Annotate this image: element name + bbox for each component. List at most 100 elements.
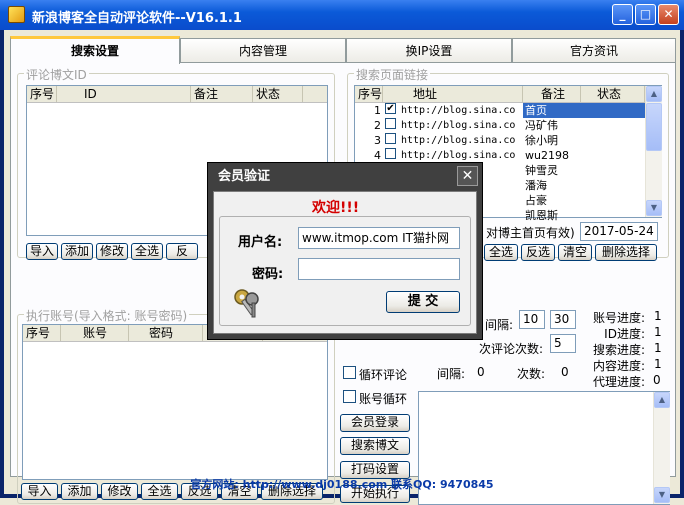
col-note[interactable]: 备注 [523, 86, 581, 102]
row-address: http://blog.sina.co [401, 105, 516, 116]
delete-selected-button[interactable]: 删除选择 [595, 244, 657, 261]
row-status [581, 103, 645, 118]
username-field[interactable]: www.itmop.com IT猫扑网 [298, 227, 460, 249]
list-header: 序号 地址 备注 状态 [355, 86, 661, 103]
add-button[interactable]: 添加 [61, 243, 93, 260]
keys-icon [234, 289, 259, 318]
per-comment-label: 次评论次数: [479, 342, 544, 356]
row-checkbox[interactable]: ✔ [385, 103, 396, 114]
clear-button[interactable]: 清空 [558, 244, 592, 261]
account-group: 执行账号(导入格式: 账号密码) 序号 账号 密码 备 [17, 307, 335, 504]
search-posts-button[interactable]: 搜索博文 [340, 437, 410, 455]
account-loop-checkbox[interactable] [343, 390, 356, 403]
row-index: 3 [374, 134, 381, 147]
login-group: 用户名: www.itmop.com IT猫扑网 密码: 提 交 [219, 216, 471, 326]
col-index[interactable]: 序号 [27, 86, 57, 102]
dialog-body: 欢迎!!! 用户名: www.itmop.com IT猫扑网 密码: 提 交 [213, 191, 477, 334]
row-note: 徐小明 [525, 134, 558, 147]
scroll-up-arrow-icon[interactable]: ▲ [646, 86, 662, 102]
progress-value: 1 [654, 309, 662, 323]
member-verify-dialog: 会员验证 ✕ 欢迎!!! 用户名: www.itmop.com IT猫扑网 密码… [207, 162, 483, 340]
col-account[interactable]: 账号 [61, 325, 129, 341]
account-loop-label: 账号循环 [359, 392, 408, 406]
edit-button[interactable]: 修改 [96, 243, 128, 260]
tab-strip: 搜索设置 内容管理 换IP设置 官方资讯 [10, 36, 676, 64]
group-label: 搜索页面链接 [354, 66, 431, 83]
password-label: 密码: [252, 267, 284, 282]
col-note[interactable]: 备注 [191, 86, 253, 102]
row-address: http://blog.sina.co [401, 135, 516, 146]
progress-label: 代理进度: [592, 375, 645, 389]
progress-label: 搜索进度: [592, 343, 645, 357]
row-index: 2 [374, 119, 381, 132]
count-label: 次数: [517, 367, 546, 381]
loop-comment-label: 循环评论 [359, 368, 408, 382]
progress-label: ID进度: [604, 327, 645, 341]
tab-content-management[interactable]: 内容管理 [180, 38, 346, 63]
vertical-scrollbar[interactable]: ▲ ▼ [645, 86, 662, 217]
row-address: http://blog.sina.co [401, 120, 516, 131]
table-row[interactable]: 4 http://blog.sina.co wu2198 [355, 148, 645, 163]
minimize-button[interactable]: _ [612, 4, 633, 25]
row-note: 首页 [523, 103, 581, 118]
col-password[interactable]: 密码 [129, 325, 203, 341]
import-button[interactable]: 导入 [26, 243, 58, 260]
tab-official-news[interactable]: 官方资讯 [512, 38, 676, 63]
list-header: 序号 ID 备注 状态 [27, 86, 327, 103]
homepage-hint: 对博主首页有效) [486, 226, 575, 240]
maximize-button[interactable]: □ [635, 4, 656, 25]
col-status[interactable]: 状态 [253, 86, 303, 102]
account-list[interactable]: 序号 账号 密码 备 [22, 324, 328, 480]
row-address: http://blog.sina.co [401, 150, 516, 161]
table-row[interactable]: 1 ✔ http://blog.sina.co 首页 [355, 103, 645, 118]
row-note: 占豪 [525, 194, 547, 207]
scroll-up-arrow-icon[interactable]: ▲ [654, 392, 670, 408]
select-all-button[interactable]: 全选 [484, 244, 518, 261]
row-index: 1 [374, 104, 381, 117]
date-field[interactable]: 2017-05-24 [580, 222, 658, 241]
row-checkbox[interactable] [385, 118, 396, 129]
progress-value: 0 [653, 373, 661, 387]
col-id[interactable]: ID [57, 86, 191, 102]
progress-value: 1 [654, 325, 662, 339]
select-all-button[interactable]: 全选 [131, 243, 163, 260]
col-index[interactable]: 序号 [355, 86, 383, 102]
tab-search-settings[interactable]: 搜索设置 [10, 36, 180, 64]
progress-label: 内容进度: [592, 359, 645, 373]
col-status[interactable]: 状态 [581, 86, 645, 102]
submit-button[interactable]: 提 交 [386, 291, 460, 313]
row-checkbox[interactable] [385, 133, 396, 144]
window-title: 新浪博客全自动评论软件--V16.1.1 [32, 11, 242, 26]
member-login-button[interactable]: 会员登录 [340, 414, 410, 432]
scroll-down-arrow-icon[interactable]: ▼ [646, 200, 662, 216]
group-label: 评论博文ID [24, 66, 89, 83]
col-address[interactable]: 地址 [383, 86, 523, 102]
progress-value: 1 [654, 357, 662, 371]
row-checkbox[interactable] [385, 148, 396, 159]
dialog-title: 会员验证 [208, 163, 482, 190]
scroll-thumb[interactable] [646, 103, 662, 151]
title-bar: 新浪博客全自动评论软件--V16.1.1 _ □ ✕ [0, 0, 684, 30]
progress-label: 账号进度: [592, 311, 645, 325]
invert-button[interactable]: 反 [166, 243, 198, 260]
progress-value: 1 [654, 341, 662, 355]
table-row[interactable]: 2 http://blog.sina.co 冯矿伟 [355, 118, 645, 133]
app-icon [8, 6, 25, 23]
row-note: 冯矿伟 [525, 119, 558, 132]
dialog-close-icon[interactable]: ✕ [457, 166, 478, 186]
table-row[interactable]: 3 http://blog.sina.co 徐小明 [355, 133, 645, 148]
footer-contact: 官方网站: http://www.dj0188.com 联系QQ: 947084… [190, 478, 494, 491]
row-note: wu2198 [525, 149, 569, 162]
app-window: 新浪博客全自动评论软件--V16.1.1 _ □ ✕ 搜索设置 内容管理 换IP… [0, 0, 684, 505]
username-label: 用户名: [238, 235, 283, 250]
interval-min-field[interactable]: 10 [519, 310, 545, 329]
interval-label: 间隔: [485, 318, 514, 332]
invert-button[interactable]: 反选 [521, 244, 555, 261]
loop-comment-checkbox[interactable] [343, 366, 356, 379]
close-button[interactable]: ✕ [658, 4, 679, 25]
password-field[interactable] [298, 258, 460, 280]
tab-ip-settings[interactable]: 换IP设置 [346, 38, 512, 63]
welcome-text: 欢迎!!! [312, 200, 360, 216]
row-note: 潘海 [525, 179, 547, 192]
col-index[interactable]: 序号 [23, 325, 61, 341]
